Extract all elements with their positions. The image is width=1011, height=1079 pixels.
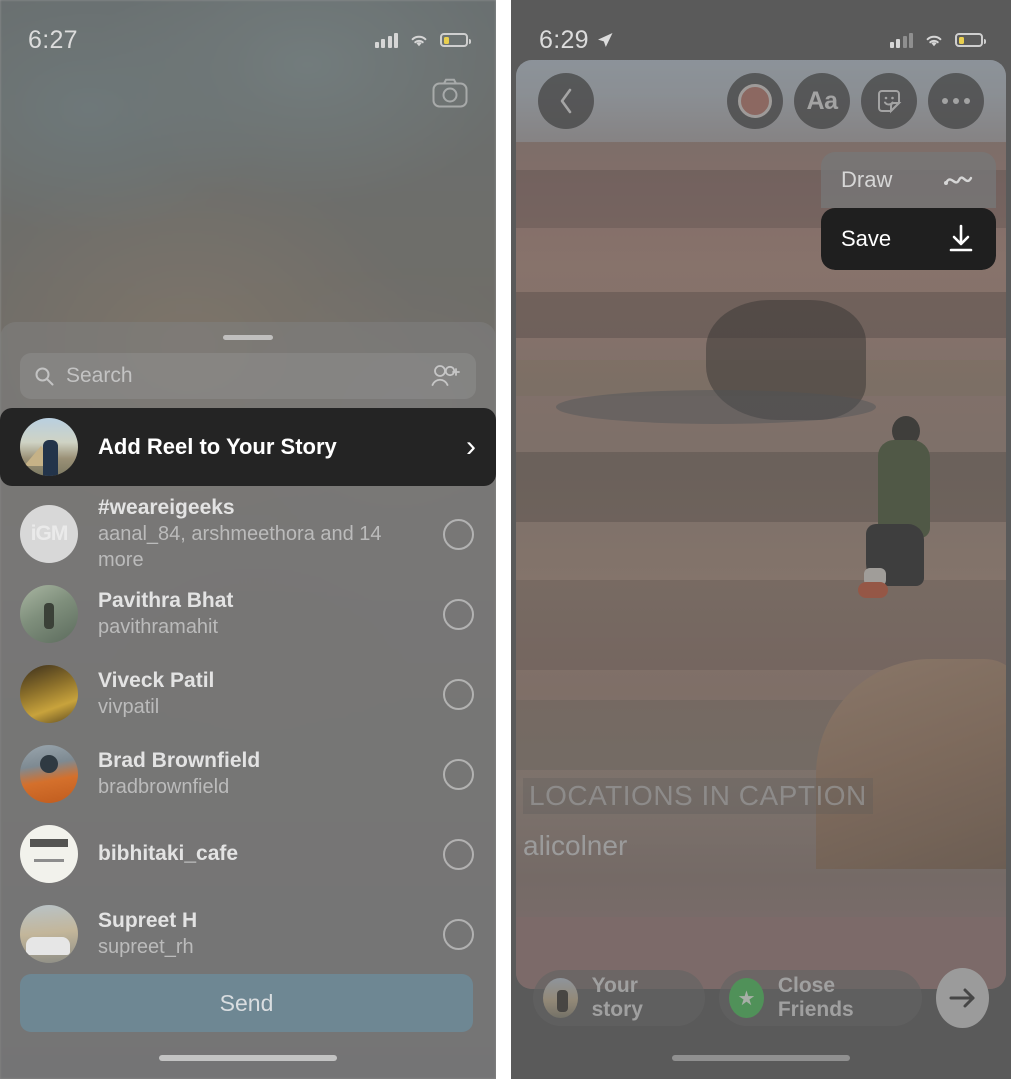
select-toggle[interactable] bbox=[443, 918, 474, 950]
status-time: 6:27 bbox=[28, 26, 78, 55]
panel-divider bbox=[496, 0, 511, 1079]
select-toggle[interactable] bbox=[443, 678, 474, 710]
menu-item-save-label: Save bbox=[841, 226, 892, 251]
sheet-grabber-handle[interactable] bbox=[223, 335, 273, 340]
arrow-right-icon bbox=[949, 988, 975, 1008]
list-item[interactable]: Pavithra Bhat pavithramahit bbox=[0, 574, 496, 654]
your-story-label: Your story bbox=[591, 974, 643, 1021]
sticker-tool-button[interactable] bbox=[861, 73, 917, 129]
story-username-label: alicolner bbox=[523, 830, 628, 861]
person-in-photo bbox=[858, 416, 938, 616]
search-input[interactable]: Search bbox=[20, 353, 476, 399]
left-status-bar: 6:27 bbox=[0, 0, 496, 62]
select-toggle[interactable] bbox=[443, 598, 474, 630]
select-toggle[interactable] bbox=[443, 838, 474, 870]
menu-item-draw[interactable]: Draw bbox=[821, 152, 996, 208]
squiggle-draw-icon bbox=[944, 176, 973, 185]
story-share-bar: Your story ★ Close Friends bbox=[511, 963, 1011, 1033]
more-ellipsis-icon bbox=[942, 98, 970, 104]
share-sheet: Search Add Reel to Your Story › iGM #wea bbox=[0, 322, 496, 1079]
wifi-icon bbox=[926, 35, 942, 47]
status-time-text: 6:29 bbox=[539, 25, 589, 54]
right-phone-screenshot: Aa Draw Save LOCATIONS IN CAPTION alicol… bbox=[511, 0, 1011, 1079]
select-toggle[interactable] bbox=[443, 758, 474, 790]
screenshot-stage: 6:27 Search Add Reel to Your Story › iGM… bbox=[0, 0, 1011, 1079]
list-item[interactable]: Viveck Patil vivpatil bbox=[0, 654, 496, 734]
home-indicator bbox=[159, 1055, 337, 1061]
wifi-icon bbox=[411, 35, 427, 47]
supreet-avatar bbox=[20, 905, 78, 963]
location-arrow-icon bbox=[597, 33, 613, 47]
your-story-button[interactable]: Your story bbox=[533, 970, 706, 1026]
status-indicators bbox=[374, 32, 471, 48]
menu-item-save[interactable]: Save bbox=[821, 208, 996, 270]
viveck-avatar bbox=[20, 665, 78, 723]
next-button[interactable] bbox=[936, 968, 990, 1028]
left-phone-screenshot: 6:27 Search Add Reel to Your Story › iGM… bbox=[0, 0, 496, 1079]
send-button-label: Send bbox=[219, 989, 274, 1016]
battery-icon bbox=[955, 33, 986, 47]
close-friends-button[interactable]: ★ Close Friends bbox=[719, 970, 923, 1026]
status-time: 6:29 bbox=[539, 26, 614, 55]
contact-name: Supreet H bbox=[98, 908, 198, 932]
list-item[interactable]: Supreet H supreet_rh bbox=[0, 894, 496, 974]
list-item[interactable]: bibhitaki_cafe bbox=[0, 814, 496, 894]
pyramid-avatar bbox=[20, 418, 78, 476]
add-reel-to-story-row[interactable]: Add Reel to Your Story › bbox=[0, 408, 496, 486]
bibhitaki-avatar bbox=[20, 825, 78, 883]
contact-name: Viveck Patil bbox=[98, 668, 215, 692]
sticker-icon bbox=[878, 90, 902, 114]
chevron-right-icon[interactable]: › bbox=[466, 432, 476, 462]
menu-item-draw-label: Draw bbox=[841, 167, 893, 192]
search-placeholder-text: Search bbox=[66, 364, 133, 387]
more-options-button[interactable] bbox=[928, 73, 984, 129]
close-friends-label: Close Friends bbox=[777, 974, 854, 1021]
back-button[interactable] bbox=[538, 73, 594, 129]
editor-context-menu[interactable]: Draw Save bbox=[821, 152, 996, 270]
select-toggle[interactable] bbox=[443, 518, 474, 550]
brad-avatar bbox=[20, 745, 78, 803]
pavithra-avatar bbox=[20, 585, 78, 643]
camera-shutter-button[interactable] bbox=[727, 73, 783, 129]
contact-subtitle: pavithramahit bbox=[98, 616, 219, 639]
story-editor-toolbar: Aa bbox=[516, 60, 1006, 142]
list-item[interactable]: iGM #weareigeeks aanal_84, arshmeethora … bbox=[0, 494, 496, 574]
send-button[interactable]: Send bbox=[20, 974, 473, 1032]
cellular-signal-icon bbox=[889, 32, 913, 48]
list-item[interactable]: Brad Brownfield bradbrownfield bbox=[0, 734, 496, 814]
text-tool-button[interactable]: Aa bbox=[794, 73, 850, 129]
record-dot-icon bbox=[738, 84, 772, 118]
contact-name: #weareigeeks bbox=[98, 495, 235, 519]
right-status-bar: 6:29 bbox=[511, 0, 1011, 62]
your-story-avatar bbox=[543, 978, 578, 1018]
status-time-text: 6:27 bbox=[28, 25, 78, 54]
contact-list[interactable]: iGM #weareigeeks aanal_84, arshmeethora … bbox=[0, 494, 496, 963]
contact-subtitle: bradbrownfield bbox=[98, 776, 230, 799]
contact-name: Pavithra Bhat bbox=[98, 588, 234, 612]
camera-icon[interactable] bbox=[432, 78, 468, 113]
chevron-left-icon bbox=[560, 88, 572, 114]
add-reel-to-story-label: Add Reel to Your Story bbox=[98, 434, 337, 459]
contact-subtitle: supreet_rh bbox=[98, 936, 194, 959]
home-indicator bbox=[672, 1055, 850, 1061]
contact-name: Brad Brownfield bbox=[98, 748, 261, 772]
status-indicators bbox=[889, 32, 986, 48]
story-location-label: LOCATIONS IN CAPTION bbox=[523, 778, 873, 814]
text-aa-icon: Aa bbox=[806, 86, 838, 115]
cellular-signal-icon bbox=[374, 32, 398, 48]
search-icon bbox=[35, 367, 54, 386]
battery-icon bbox=[440, 33, 471, 47]
add-people-icon[interactable] bbox=[430, 363, 462, 389]
contact-subtitle: vivpatil bbox=[98, 696, 160, 719]
contact-name: bibhitaki_cafe bbox=[98, 841, 239, 865]
download-arrow-icon bbox=[949, 224, 973, 252]
igm-logo-avatar: iGM bbox=[20, 505, 78, 563]
close-friends-star-icon: ★ bbox=[729, 978, 764, 1018]
contact-subtitle: aanal_84, arshmeethora and 14 more bbox=[98, 523, 382, 572]
